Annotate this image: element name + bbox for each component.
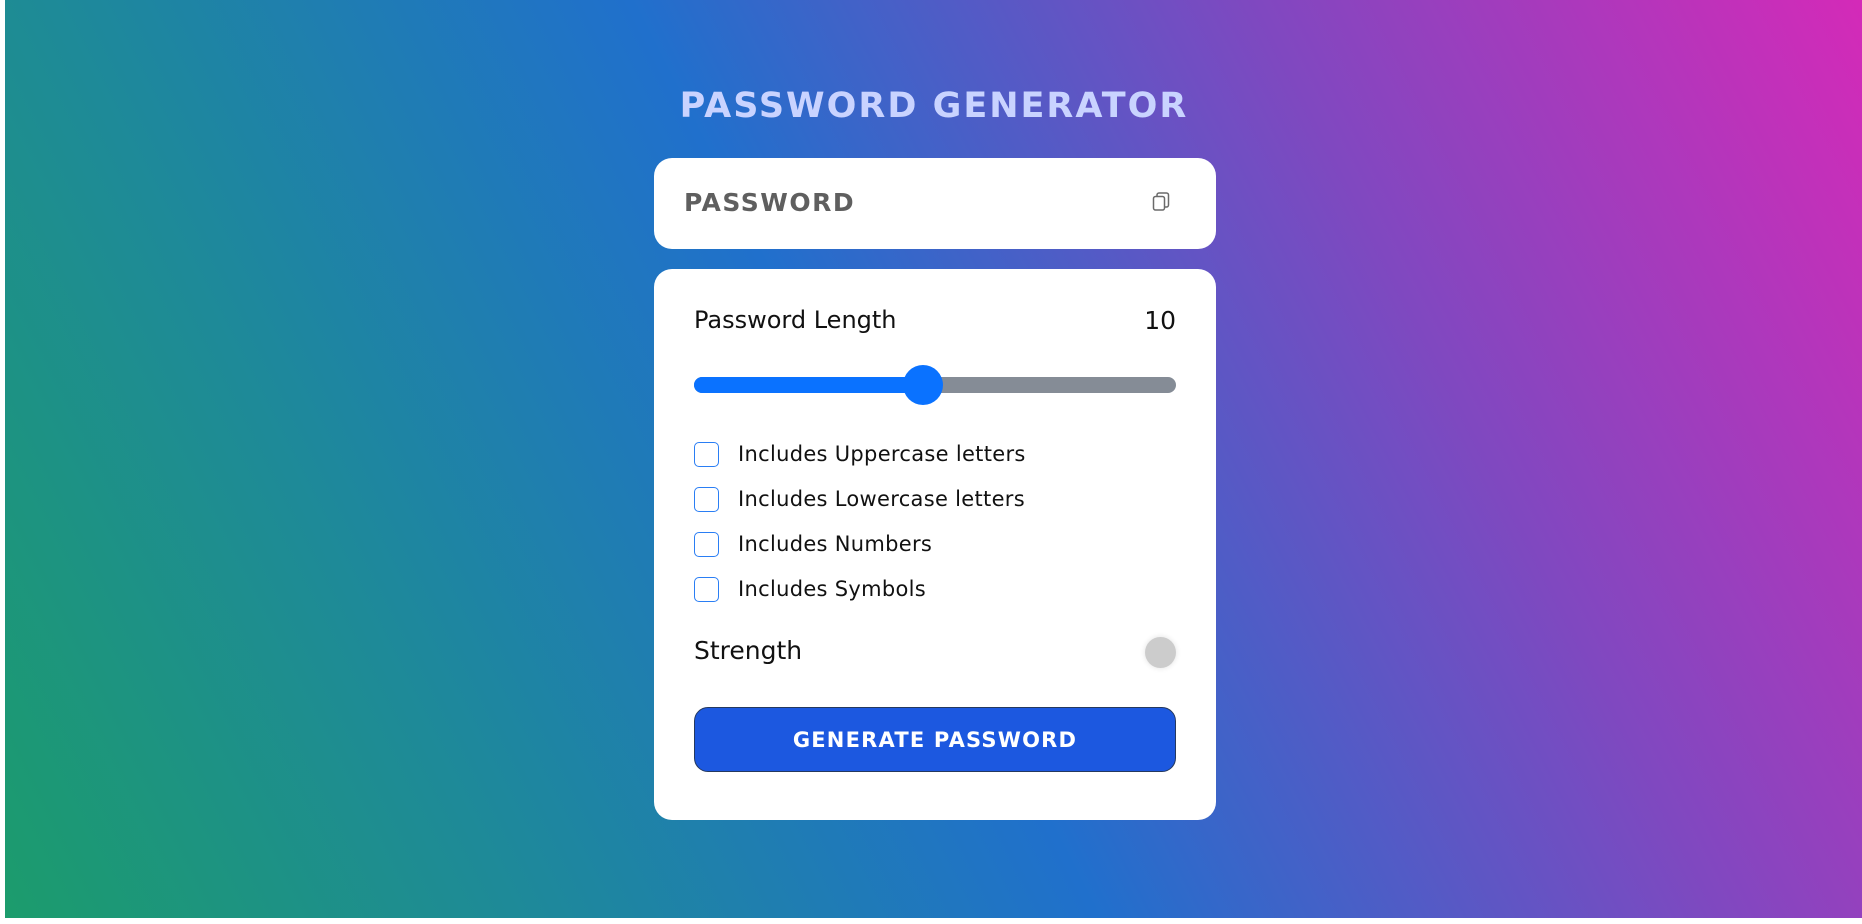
symbols-checkbox[interactable] xyxy=(694,576,719,602)
length-slider[interactable] xyxy=(694,365,1176,405)
page-title: PASSWORD GENERATOR xyxy=(679,86,1189,126)
length-slider-thumb[interactable] xyxy=(902,365,943,405)
option-numbers[interactable]: Includes Numbers xyxy=(694,531,932,557)
symbols-label: Includes Symbols xyxy=(738,577,927,601)
length-value: 10 xyxy=(1144,306,1176,335)
settings-card: Password Length 10 Includes Uppercase le… xyxy=(654,269,1216,820)
option-uppercase[interactable]: Includes Uppercase letters xyxy=(694,441,1026,467)
option-symbols[interactable]: Includes Symbols xyxy=(694,576,926,602)
uppercase-label: Includes Uppercase letters xyxy=(738,442,1026,466)
generate-password-button[interactable]: GENERATE PASSWORD xyxy=(694,707,1176,772)
numbers-label: Includes Numbers xyxy=(738,532,933,556)
password-output: PASSWORD xyxy=(684,188,856,217)
password-display: PASSWORD xyxy=(654,158,1216,249)
option-lowercase[interactable]: Includes Lowercase letters xyxy=(694,486,1025,512)
strength-label: Strength xyxy=(694,636,803,665)
strength-indicator xyxy=(1145,637,1176,668)
length-slider-fill xyxy=(694,377,923,393)
lowercase-checkbox[interactable] xyxy=(694,486,719,512)
uppercase-checkbox[interactable] xyxy=(694,441,719,467)
copy-icon[interactable] xyxy=(1149,190,1173,214)
length-label: Password Length xyxy=(694,306,897,334)
lowercase-label: Includes Lowercase letters xyxy=(738,487,1025,511)
numbers-checkbox[interactable] xyxy=(694,531,719,557)
